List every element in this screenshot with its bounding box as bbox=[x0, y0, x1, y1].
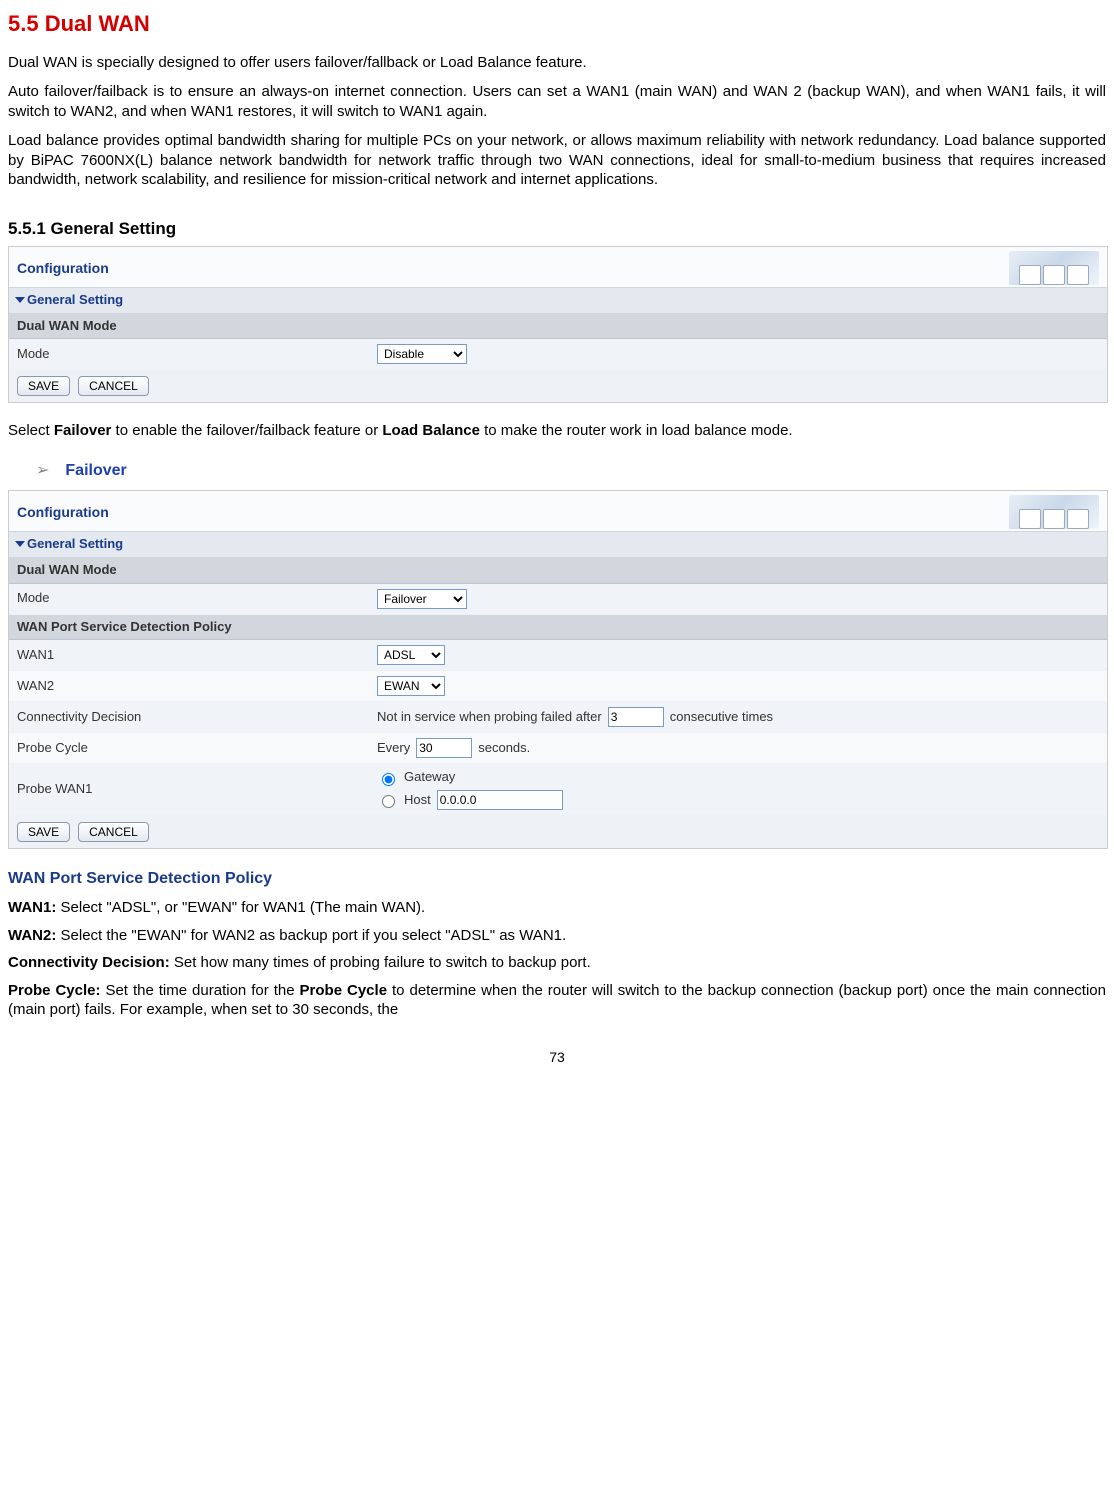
config-header: Configuration bbox=[9, 491, 1107, 531]
mode-label: Mode bbox=[17, 590, 377, 607]
bullet-arrow-icon: ➢ bbox=[36, 461, 49, 482]
subsection-bar-dualwan: Dual WAN Mode bbox=[9, 314, 1107, 340]
desc-heading: WAN Port Service Detection Policy bbox=[8, 869, 1106, 890]
probecycle-input[interactable] bbox=[416, 738, 472, 758]
mode-select[interactable]: Failover bbox=[377, 589, 467, 609]
intro-paragraph-2: Auto failover/failback is to ensure an a… bbox=[8, 82, 1106, 121]
host-input[interactable] bbox=[437, 790, 563, 810]
wan2-select[interactable]: EWAN bbox=[377, 676, 445, 696]
cancel-button[interactable]: CANCEL bbox=[78, 822, 149, 842]
config-header-title: Configuration bbox=[17, 503, 109, 521]
connectivity-label: Connectivity Decision bbox=[17, 709, 377, 726]
config-panel-failover: Configuration General Setting Dual WAN M… bbox=[8, 490, 1108, 850]
form-row-mode: Mode Failover bbox=[9, 584, 1107, 615]
section-bar-label: General Setting bbox=[27, 292, 123, 307]
section-bar-label: General Setting bbox=[27, 536, 123, 551]
desc-wan2: WAN2: Select the "EWAN" for WAN2 as back… bbox=[8, 926, 1106, 946]
button-row: SAVE CANCEL bbox=[9, 370, 1107, 402]
mode-select[interactable]: Disable bbox=[377, 344, 467, 364]
config-header-title: Configuration bbox=[17, 259, 109, 277]
section-bar-general[interactable]: General Setting bbox=[9, 531, 1107, 558]
subsection-bar-detect: WAN Port Service Detection Policy bbox=[9, 615, 1107, 641]
failover-bullet: ➢ Failover bbox=[36, 461, 1106, 482]
bullet-label: Failover bbox=[65, 461, 126, 482]
header-monitors-icon bbox=[1009, 495, 1099, 529]
cancel-button[interactable]: CANCEL bbox=[78, 376, 149, 396]
form-row-probewan1: Probe WAN1 Gateway Host bbox=[9, 764, 1107, 816]
host-radio[interactable] bbox=[382, 795, 395, 808]
wan1-label: WAN1 bbox=[17, 647, 377, 664]
save-button[interactable]: SAVE bbox=[17, 376, 70, 396]
section-bar-general[interactable]: General Setting bbox=[9, 287, 1107, 314]
chevron-down-icon bbox=[15, 297, 25, 303]
host-option[interactable]: Host bbox=[377, 790, 563, 810]
form-row-wan1: WAN1 ADSL bbox=[9, 640, 1107, 671]
intro-paragraph-3: Load balance provides optimal bandwidth … bbox=[8, 131, 1106, 190]
chevron-down-icon bbox=[15, 541, 25, 547]
select-note: Select Failover to enable the failover/f… bbox=[8, 421, 1106, 441]
config-header: Configuration bbox=[9, 247, 1107, 287]
page-number: 73 bbox=[8, 1048, 1106, 1066]
connectivity-post-text: consecutive times bbox=[670, 709, 773, 726]
connectivity-pre-text: Not in service when probing failed after bbox=[377, 709, 602, 726]
probecycle-label: Probe Cycle bbox=[17, 740, 377, 757]
header-monitors-icon bbox=[1009, 251, 1099, 285]
form-row-probecycle: Probe Cycle Every seconds. bbox=[9, 733, 1107, 764]
form-row-wan2: WAN2 EWAN bbox=[9, 671, 1107, 702]
button-row: SAVE CANCEL bbox=[9, 816, 1107, 848]
host-label: Host bbox=[404, 792, 431, 809]
wan1-select[interactable]: ADSL bbox=[377, 645, 445, 665]
probecycle-post-text: seconds. bbox=[478, 740, 530, 757]
save-button[interactable]: SAVE bbox=[17, 822, 70, 842]
section-title: 5.5 Dual WAN bbox=[8, 10, 1106, 39]
subsection-heading: 5.5.1 General Setting bbox=[8, 218, 1106, 240]
config-panel-disable: Configuration General Setting Dual WAN M… bbox=[8, 246, 1108, 404]
gateway-radio[interactable] bbox=[382, 773, 395, 786]
probecycle-pre-text: Every bbox=[377, 740, 410, 757]
gateway-label: Gateway bbox=[404, 769, 455, 786]
form-row-connectivity: Connectivity Decision Not in service whe… bbox=[9, 702, 1107, 733]
connectivity-input[interactable] bbox=[608, 707, 664, 727]
form-row-mode: Mode Disable bbox=[9, 339, 1107, 370]
subsection-bar-dualwan: Dual WAN Mode bbox=[9, 558, 1107, 584]
probewan1-label: Probe WAN1 bbox=[17, 781, 377, 798]
gateway-option[interactable]: Gateway bbox=[377, 769, 563, 786]
mode-label: Mode bbox=[17, 346, 377, 363]
intro-paragraph-1: Dual WAN is specially designed to offer … bbox=[8, 53, 1106, 73]
wan2-label: WAN2 bbox=[17, 678, 377, 695]
desc-probecycle: Probe Cycle: Set the time duration for t… bbox=[8, 981, 1106, 1020]
desc-connectivity: Connectivity Decision: Set how many time… bbox=[8, 953, 1106, 973]
desc-wan1: WAN1: Select "ADSL", or "EWAN" for WAN1 … bbox=[8, 898, 1106, 918]
